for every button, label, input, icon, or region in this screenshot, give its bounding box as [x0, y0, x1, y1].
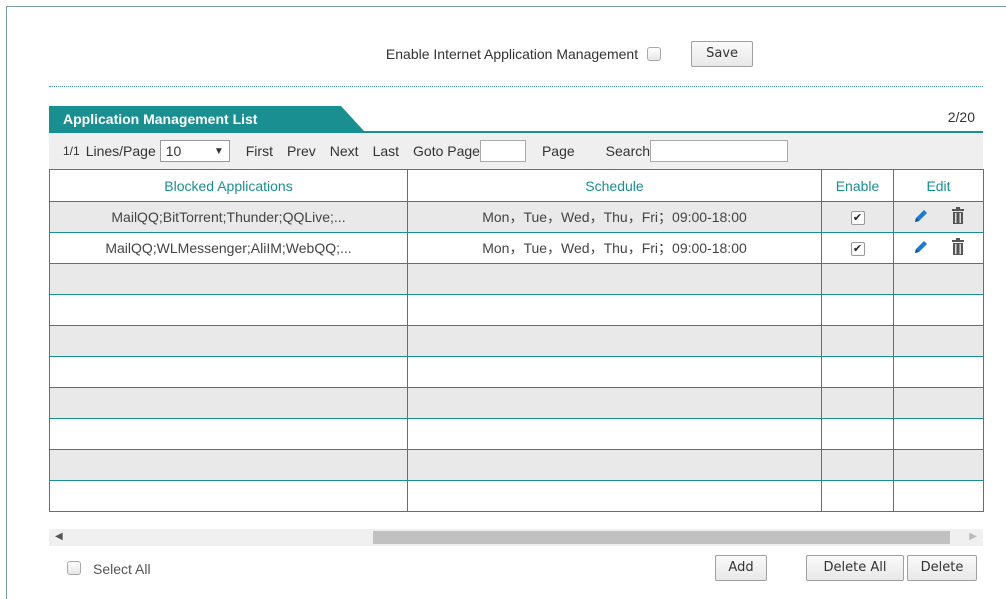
row-apps-cell: MailQQ;WLMessenger;AliIM;WebQQ;... — [49, 232, 408, 264]
search-input[interactable] — [650, 140, 789, 162]
empty-row — [49, 356, 984, 388]
select-all-checkbox[interactable] — [67, 561, 81, 575]
scroll-left-icon[interactable]: ◀ — [55, 531, 63, 542]
select-all-label: Select All — [93, 561, 151, 577]
page-frame: Enable Internet Application Management S… — [6, 6, 1006, 599]
enable-checkbox[interactable] — [647, 47, 662, 61]
empty-cell — [49, 480, 408, 512]
save-button[interactable]: Save — [691, 41, 754, 67]
add-button[interactable]: Add — [715, 555, 767, 581]
row-enable-checkbox[interactable]: ✔ — [850, 211, 865, 226]
empty-cell — [49, 418, 408, 450]
empty-cell — [49, 387, 408, 419]
pencil-icon[interactable] — [912, 238, 930, 259]
empty-cell — [49, 263, 408, 295]
empty-cell — [893, 294, 984, 326]
column-header-edit: Edit — [893, 169, 984, 202]
footer-actions: Select All Add Delete All Delete — [49, 555, 983, 583]
scrollbar-thumb[interactable] — [373, 531, 950, 544]
lines-per-page-value: 10 — [165, 143, 182, 159]
column-header-apps: Blocked Applications — [49, 169, 408, 202]
row-enable-checkbox[interactable]: ✔ — [850, 242, 865, 257]
column-header-schedule: Schedule — [407, 169, 822, 202]
lines-per-page-select[interactable]: 10 ▼ — [159, 140, 230, 162]
table-row: MailQQ;WLMessenger;AliIM;WebQQ;... Mon，T… — [49, 232, 984, 264]
empty-cell — [821, 387, 894, 419]
scroll-right-icon[interactable]: ▶ — [969, 531, 977, 542]
table-row: MailQQ;BitTorrent;Thunder;QQLive;... Mon… — [49, 201, 984, 233]
empty-cell — [407, 449, 822, 481]
empty-cell — [893, 356, 984, 388]
separator-line — [49, 86, 983, 87]
empty-row — [49, 480, 984, 512]
enable-row: Enable Internet Application Management S… — [7, 41, 1006, 67]
trash-icon[interactable] — [951, 207, 965, 227]
page-label: Page — [541, 143, 575, 159]
table-header-row: Blocked Applications Schedule Enable Edi… — [49, 169, 984, 202]
pagination-toolbar: 1/1 Lines/Page 10 ▼ First Prev Next Last… — [49, 131, 983, 169]
empty-row — [49, 325, 984, 357]
enable-label: Enable Internet Application Management — [385, 46, 639, 62]
list-tab-title: Application Management List — [63, 111, 258, 127]
empty-cell — [821, 294, 894, 326]
empty-cell — [821, 263, 894, 295]
row-edit-cell — [893, 232, 984, 264]
row-schedule-cell: Mon，Tue，Wed，Thu，Fri；09:00-18:00 — [407, 201, 822, 233]
trash-icon[interactable] — [951, 238, 965, 258]
row-edit-cell — [893, 201, 984, 233]
empty-cell — [821, 356, 894, 388]
delete-all-button[interactable]: Delete All — [806, 555, 904, 581]
row-enable-cell: ✔ — [821, 201, 894, 233]
goto-label: Goto Page — [413, 143, 480, 159]
empty-cell — [407, 263, 822, 295]
empty-row — [49, 294, 984, 326]
empty-cell — [893, 449, 984, 481]
empty-row — [49, 263, 984, 295]
empty-cell — [821, 480, 894, 512]
empty-row — [49, 449, 984, 481]
empty-cell — [893, 325, 984, 357]
empty-cell — [893, 418, 984, 450]
search-label: Search — [605, 143, 651, 159]
list-tab: Application Management List — [49, 106, 364, 131]
empty-cell — [49, 356, 408, 388]
empty-cell — [893, 263, 984, 295]
next-page-link[interactable]: Next — [330, 143, 359, 159]
row-enable-cell: ✔ — [821, 232, 894, 264]
goto-page-input[interactable] — [479, 140, 526, 162]
application-table: Blocked Applications Schedule Enable Edi… — [49, 169, 984, 512]
last-page-link[interactable]: Last — [373, 143, 399, 159]
column-header-enable: Enable — [821, 169, 894, 202]
lines-per-page-label: Lines/Page — [85, 143, 156, 159]
empty-cell — [893, 387, 984, 419]
pencil-icon[interactable] — [912, 207, 930, 228]
empty-cell — [407, 294, 822, 326]
page-indicator: 1/1 — [63, 144, 80, 158]
empty-cell — [407, 480, 822, 512]
empty-cell — [893, 480, 984, 512]
empty-cell — [407, 325, 822, 357]
empty-cell — [821, 449, 894, 481]
horizontal-scrollbar[interactable]: ◀ ▶ — [49, 529, 983, 546]
empty-cell — [407, 387, 822, 419]
empty-cell — [821, 418, 894, 450]
empty-row — [49, 418, 984, 450]
empty-cell — [49, 294, 408, 326]
first-page-link[interactable]: First — [246, 143, 273, 159]
empty-cell — [407, 356, 822, 388]
chevron-down-icon: ▼ — [213, 145, 224, 157]
empty-cell — [49, 325, 408, 357]
entry-count: 2/20 — [947, 109, 975, 125]
delete-button[interactable]: Delete — [907, 555, 977, 581]
empty-cell — [407, 418, 822, 450]
empty-row — [49, 387, 984, 419]
prev-page-link[interactable]: Prev — [287, 143, 316, 159]
empty-cell — [821, 325, 894, 357]
row-apps-cell: MailQQ;BitTorrent;Thunder;QQLive;... — [49, 201, 408, 233]
row-schedule-cell: Mon，Tue，Wed，Thu，Fri；09:00-18:00 — [407, 232, 822, 264]
empty-cell — [49, 449, 408, 481]
